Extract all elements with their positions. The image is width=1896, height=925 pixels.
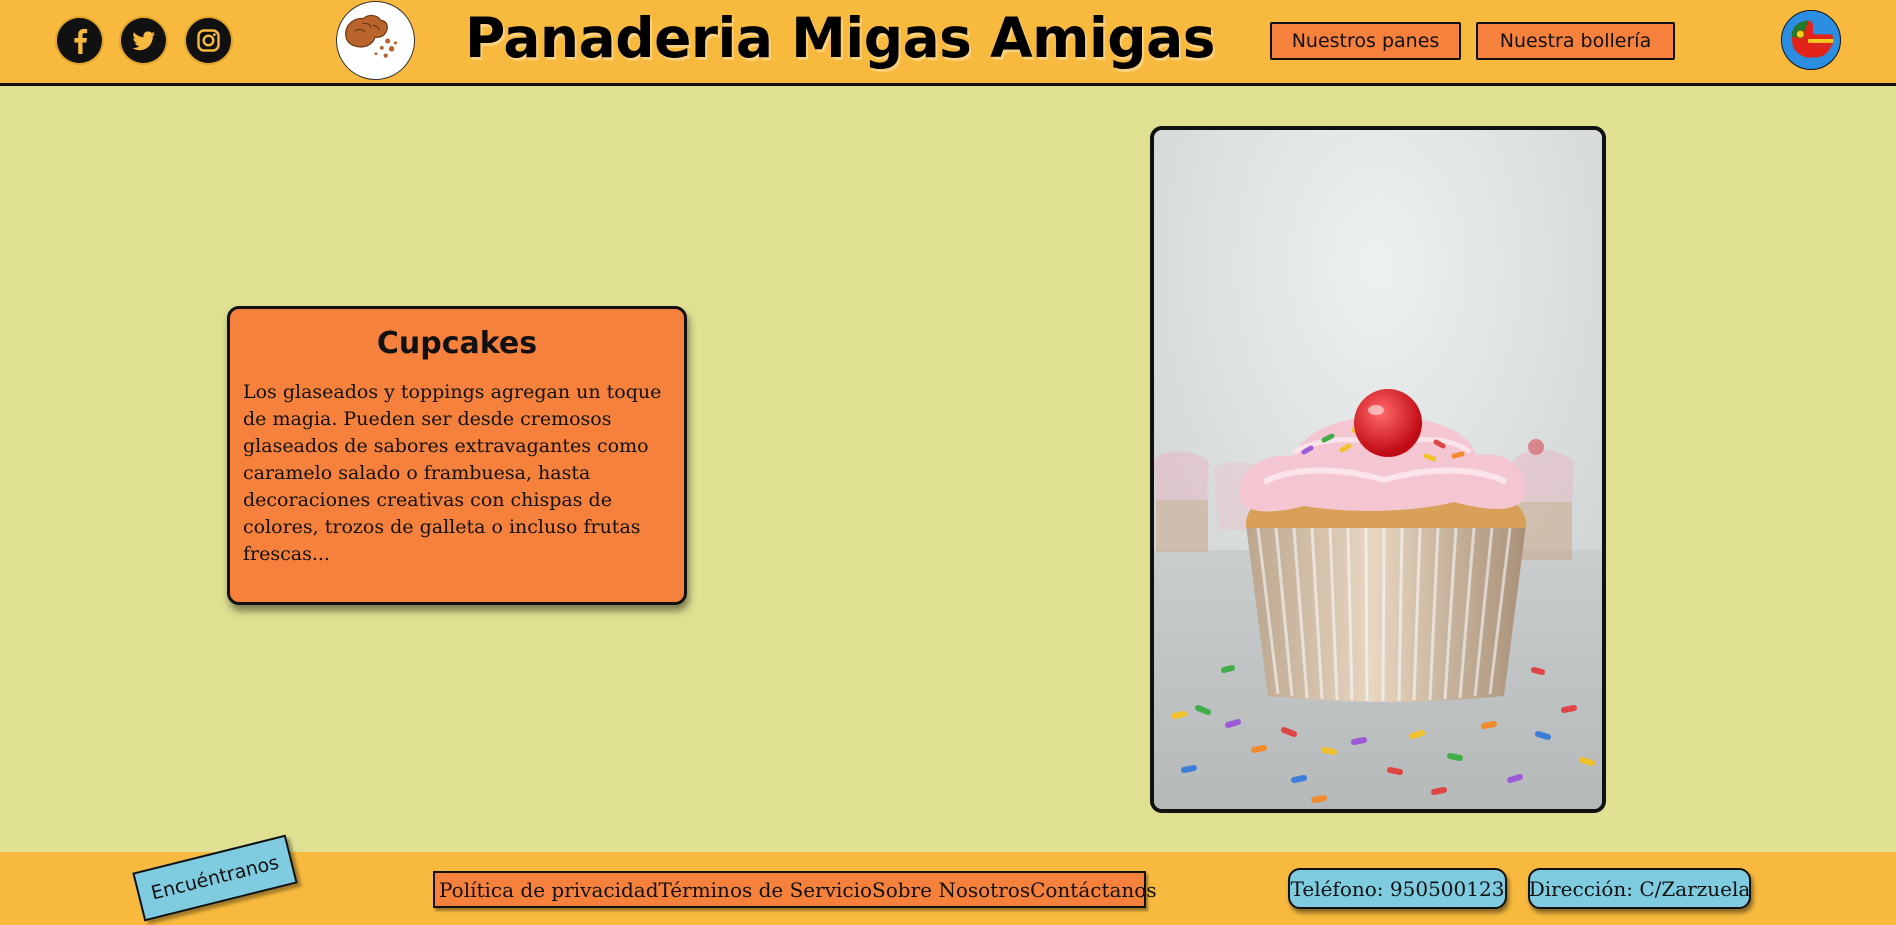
- privacy-policy-link[interactable]: Política de privacidad: [439, 878, 659, 902]
- contact-us-link[interactable]: Contáctanos: [1030, 878, 1157, 902]
- address-info: Dirección: C/Zarzuela: [1528, 868, 1751, 909]
- site-header: Panaderia Migas Amigas Nuestros panes Nu…: [0, 0, 1896, 86]
- nav-breads-button[interactable]: Nuestros panes: [1270, 22, 1461, 60]
- footer-links: Política de privacidad Términos de Servi…: [433, 871, 1157, 908]
- nav-pastries-button[interactable]: Nuestra bollería: [1476, 22, 1675, 60]
- card-title: Cupcakes: [376, 326, 538, 361]
- language-flag-icon[interactable]: [1781, 10, 1841, 70]
- phone-info: Teléfono: 950500123: [1288, 868, 1507, 909]
- cupcake-photo: [1150, 126, 1606, 813]
- card-description: Los glaseados y toppings agregan un toqu…: [243, 381, 662, 565]
- cupcakes-card: Cupcakes Los glaseados y toppings agrega…: [227, 306, 687, 605]
- terms-of-service-link[interactable]: Términos de Servicio: [659, 878, 873, 902]
- about-us-link[interactable]: Sobre Nosotros: [872, 878, 1030, 902]
